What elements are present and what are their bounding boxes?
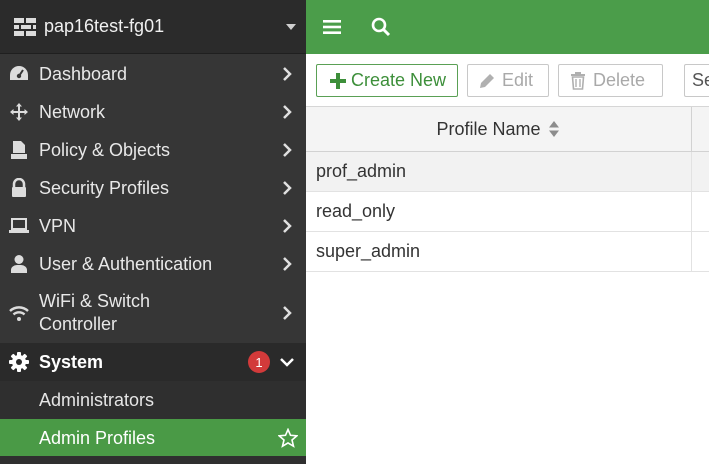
sidebar-item-label: Dashboard <box>39 63 128 84</box>
wifi-icon <box>8 302 30 324</box>
column-header-profile-name[interactable]: Profile Name <box>306 107 692 151</box>
delete-label: Delete <box>593 70 646 90</box>
table-cell: super_admin <box>306 232 692 271</box>
star-favorite-icon[interactable] <box>276 426 300 450</box>
sidebar-item-label: Security Profiles <box>39 177 170 198</box>
network-move-icon <box>8 101 30 123</box>
laptop-icon <box>8 215 30 237</box>
sidebar-subitem-admin-profiles[interactable]: Admin Profiles <box>0 419 306 457</box>
search-icon[interactable] <box>369 15 393 39</box>
edit-label: Edit <box>502 70 534 90</box>
delete-button[interactable]: Delete <box>558 64 663 97</box>
profiles-table: Profile Name prof_admin read_only super_… <box>306 107 709 272</box>
table-cell: read_only <box>306 192 692 231</box>
search-input[interactable]: Search <box>684 64 709 97</box>
table-cell: prof_admin <box>306 152 692 191</box>
gear-icon <box>8 351 30 373</box>
pencil-icon <box>478 72 496 90</box>
chevron-right-icon <box>276 253 298 275</box>
column-header-label: Profile Name <box>436 118 541 139</box>
sidebar: pap16test-fg01 Dashboard Network Policy … <box>0 0 306 464</box>
chevron-right-icon <box>276 139 298 161</box>
user-icon <box>8 253 30 275</box>
create-new-label: Create New <box>351 70 447 90</box>
edit-button[interactable]: Edit <box>467 64 549 97</box>
toolbar: Create New Edit Delete Search <box>306 54 709 107</box>
sidebar-item-policy-objects[interactable]: Policy & Objects <box>0 131 306 169</box>
chevron-down-icon <box>276 351 298 373</box>
sidebar-item-label: System <box>39 351 104 372</box>
sidebar-item-label: Admin Profiles <box>39 427 156 448</box>
device-selector[interactable]: pap16test-fg01 <box>0 0 306 54</box>
sidebar-item-system[interactable]: System 1 <box>0 343 306 381</box>
table-header: Profile Name <box>306 107 709 152</box>
table-row[interactable]: super_admin <box>306 232 709 272</box>
chevron-right-icon <box>276 177 298 199</box>
sidebar-item-label: Policy & Objects <box>39 139 171 160</box>
notification-badge: 1 <box>248 351 270 373</box>
sidebar-item-user-authentication[interactable]: User & Authentication <box>0 245 306 283</box>
sidebar-subitem-administrators[interactable]: Administrators <box>0 381 306 419</box>
sidebar-item-label: WiFi & Switch Controller <box>39 291 151 334</box>
sidebar-item-vpn[interactable]: VPN <box>0 207 306 245</box>
sidebar-item-dashboard[interactable]: Dashboard <box>0 55 306 93</box>
dashboard-icon <box>8 63 30 85</box>
firewall-icon <box>14 17 36 37</box>
device-name: pap16test-fg01 <box>44 16 165 36</box>
table-row[interactable]: prof_admin <box>306 152 709 192</box>
sidebar-bottom <box>0 456 306 464</box>
sidebar-item-label: Administrators <box>39 389 155 410</box>
hamburger-icon[interactable] <box>320 15 344 39</box>
chevron-right-icon <box>276 63 298 85</box>
policy-icon <box>8 139 30 161</box>
table-empty-area <box>306 272 709 464</box>
chevron-down-icon <box>286 23 296 30</box>
top-bar <box>306 0 709 54</box>
table-row[interactable]: read_only <box>306 192 709 232</box>
sidebar-item-security-profiles[interactable]: Security Profiles <box>0 169 306 207</box>
sidebar-item-wifi-switch-controller[interactable]: WiFi & Switch Controller <box>0 283 306 343</box>
chevron-right-icon <box>276 101 298 123</box>
sidebar-item-label: VPN <box>39 215 77 236</box>
chevron-right-icon <box>276 302 298 324</box>
create-new-button[interactable]: Create New <box>316 64 458 97</box>
sidebar-item-label: User & Authentication <box>39 253 213 274</box>
trash-icon <box>569 71 587 90</box>
plus-icon <box>329 72 347 90</box>
lock-icon <box>8 177 30 199</box>
sort-icon <box>547 120 561 138</box>
chevron-right-icon <box>276 215 298 237</box>
sidebar-item-label: Network <box>39 101 106 122</box>
sidebar-item-network[interactable]: Network <box>0 93 306 131</box>
